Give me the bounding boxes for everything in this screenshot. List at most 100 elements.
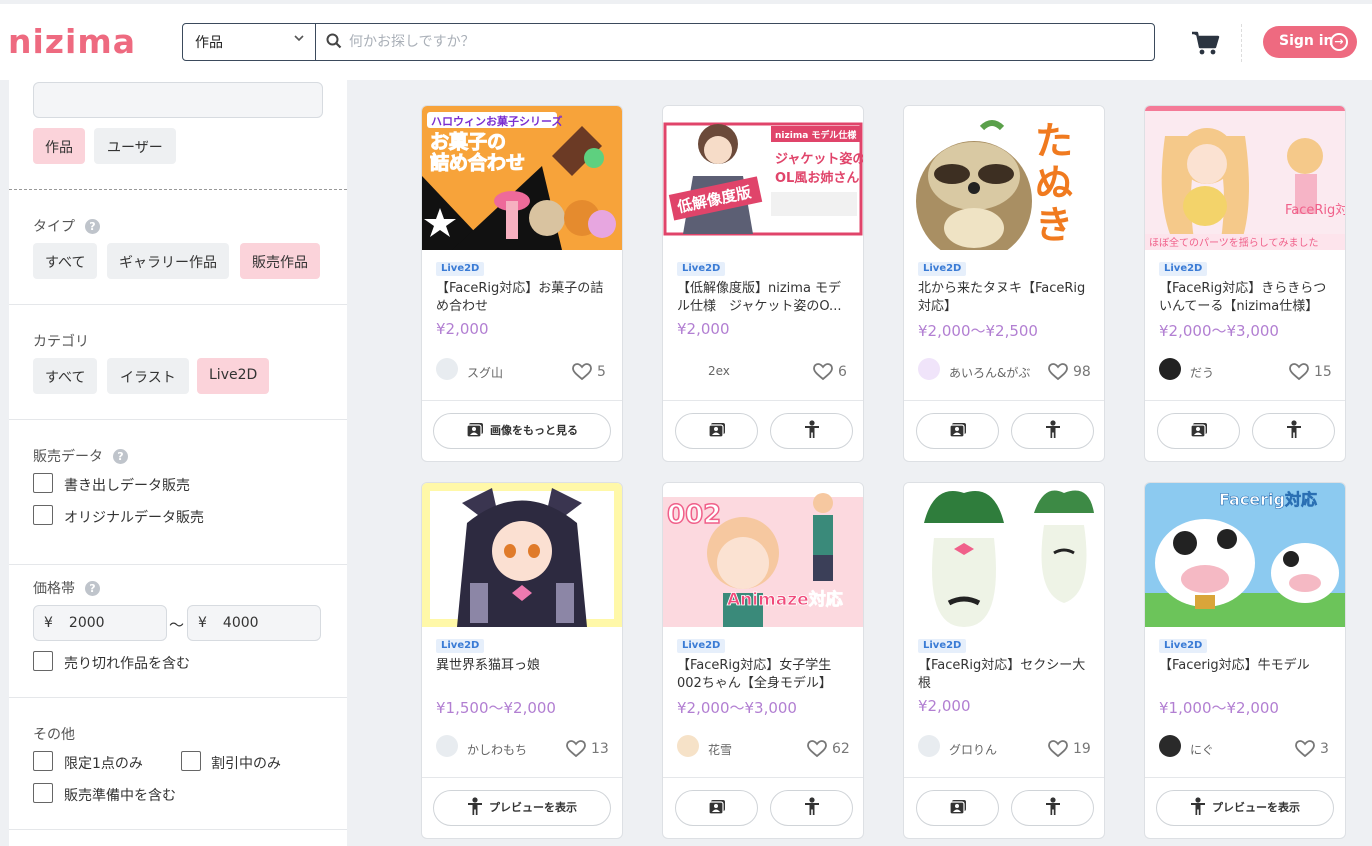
creator-name[interactable]: スグ山 — [467, 364, 503, 381]
heart-icon[interactable] — [1048, 363, 1068, 381]
search-input[interactable] — [349, 24, 1139, 60]
category-live2d[interactable]: Live2D — [197, 358, 270, 394]
type-all[interactable]: すべて — [33, 243, 98, 279]
other-section-title: その他 — [33, 727, 75, 743]
product-title[interactable]: 【Facerig対応】牛モデル — [1159, 657, 1335, 693]
avatar[interactable] — [1159, 735, 1181, 757]
product-thumbnail[interactable]: ハロウィンお菓子シリーズ お菓子の 詰め合わせ — [422, 106, 622, 250]
search-scope-select[interactable]: 作品 — [183, 24, 316, 60]
product-card[interactable]: Live2D 【FaceRig対応】セクシー大根 ¥2,000 グロりん 19 — [903, 482, 1105, 839]
gallery-button[interactable] — [916, 413, 999, 449]
avatar[interactable] — [677, 735, 699, 757]
creator-name[interactable]: グロりん — [949, 741, 997, 758]
product-title[interactable]: 【FaceRig対応】きらきらついんてーる【nizima仕様】 — [1159, 280, 1335, 316]
product-card[interactable]: FaceRig対応ほぼ全てのパーツを揺らしてみました Live2D 【FaceRig… — [1144, 105, 1346, 462]
price-min-input[interactable]: ¥2000 — [33, 605, 167, 641]
help-icon[interactable]: ? — [85, 581, 100, 596]
gallery-button[interactable] — [916, 790, 999, 826]
heart-icon[interactable] — [813, 363, 833, 381]
preview-button[interactable] — [1252, 413, 1335, 449]
type-for-sale[interactable]: 販売作品 — [240, 243, 320, 279]
product-thumbnail[interactable] — [422, 483, 622, 627]
live2d-badge: Live2D — [436, 639, 485, 653]
creator-name[interactable]: かしわもち — [467, 741, 527, 758]
product-card[interactable]: Facerig対応 Live2D 【Facerig対応】牛モデル ¥1,000〜¥2,… — [1144, 482, 1346, 839]
product-card[interactable]: たぬき Live2D 北から来たタヌキ【FaceRig対応】 ¥2,000〜¥2,50… — [903, 105, 1105, 462]
product-title[interactable]: 【FaceRig対応】女子学生002ちゃん【全身モデル】 — [677, 657, 853, 693]
creator-name[interactable]: あいろん&がぶ — [949, 364, 1030, 381]
heart-icon[interactable] — [1048, 740, 1068, 758]
nizima-logo[interactable]: nizima — [8, 22, 136, 61]
heart-icon[interactable] — [1289, 363, 1309, 381]
avatar[interactable] — [677, 358, 699, 380]
include-soldout-checkbox[interactable] — [33, 651, 53, 671]
gallery-button[interactable] — [1157, 413, 1240, 449]
preview-button[interactable]: プレビューを表示 — [1156, 790, 1334, 826]
heart-icon[interactable] — [572, 363, 592, 381]
export-data-checkbox[interactable] — [33, 473, 53, 493]
product-title[interactable]: 【FaceRig対応】お菓子の詰め合わせ — [436, 280, 612, 316]
product-price: ¥2,000〜¥3,000 — [1159, 322, 1279, 340]
person-icon — [467, 797, 489, 815]
svg-text:002: 002 — [667, 500, 721, 530]
gallery-button[interactable] — [675, 413, 758, 449]
creator-name[interactable]: 2ex — [708, 364, 730, 378]
scope-tab-users[interactable]: ユーザー — [94, 128, 176, 164]
help-icon[interactable]: ? — [113, 449, 128, 464]
preview-button[interactable] — [770, 790, 853, 826]
like-count: 3 — [1320, 741, 1329, 757]
product-thumbnail[interactable]: nizima モデル仕様 ジャケット姿の OL風お姉さん 低解像度版 — [663, 106, 863, 250]
product-thumbnail[interactable] — [904, 483, 1104, 627]
creator-name[interactable]: だう — [1190, 364, 1214, 381]
category-all[interactable]: すべて — [33, 358, 98, 394]
more-images-button[interactable]: 画像をもっと見る — [433, 413, 611, 449]
limited-only-checkbox[interactable] — [33, 751, 53, 771]
product-thumbnail[interactable]: たぬき — [904, 106, 1104, 250]
preview-button[interactable] — [1011, 790, 1094, 826]
scope-tab-works[interactable]: 作品 — [33, 128, 85, 164]
product-title[interactable]: 異世界系猫耳っ娘 — [436, 657, 612, 693]
avatar[interactable] — [918, 358, 940, 380]
cart-icon[interactable] — [1190, 30, 1220, 56]
signin-button[interactable]: Sign in → — [1263, 26, 1357, 58]
avatar[interactable] — [918, 735, 940, 757]
live2d-badge: Live2D — [677, 262, 726, 276]
creator-name[interactable]: 花雪 — [708, 741, 732, 758]
price-separator: 〜 — [169, 616, 185, 634]
product-title[interactable]: 【低解像度版】nizima モデル仕様 ジャケット姿のO... — [677, 280, 853, 316]
preview-label: プレビューを表示 — [1212, 801, 1300, 814]
preview-label: プレビューを表示 — [489, 801, 577, 814]
original-data-checkbox[interactable] — [33, 505, 53, 525]
preview-button[interactable]: プレビューを表示 — [433, 790, 611, 826]
svg-text:ハロウィンお菓子シリーズ: ハロウィンお菓子シリーズ — [431, 114, 562, 128]
divider — [9, 697, 347, 698]
avatar[interactable] — [436, 735, 458, 757]
preview-button[interactable] — [770, 413, 853, 449]
avatar[interactable] — [1159, 358, 1181, 380]
category-illust[interactable]: イラスト — [107, 358, 189, 394]
card-divider — [422, 400, 622, 401]
product-thumbnail[interactable]: Facerig対応 — [1145, 483, 1345, 627]
price-max-input[interactable]: ¥4000 — [187, 605, 321, 641]
gallery-button[interactable] — [675, 790, 758, 826]
product-card[interactable]: 002 Animaze対応 Live2D 【FaceRig対応】女子学生002ちゃん【… — [662, 482, 864, 839]
heart-icon[interactable] — [1295, 740, 1315, 758]
discount-only-checkbox[interactable] — [181, 751, 201, 771]
product-card[interactable]: ハロウィンお菓子シリーズ お菓子の 詰め合わせ Live2D 【FaceRig対応】お菓… — [421, 105, 623, 462]
product-title[interactable]: 【FaceRig対応】セクシー大根 — [918, 657, 1094, 693]
product-card[interactable]: Live2D 異世界系猫耳っ娘 ¥1,500〜¥2,000 かしわもち 13 プレビューを… — [421, 482, 623, 839]
avatar[interactable] — [436, 358, 458, 380]
product-thumbnail[interactable]: FaceRig対応ほぼ全てのパーツを揺らしてみました — [1145, 106, 1345, 250]
product-title[interactable]: 北から来たタヌキ【FaceRig対応】 — [918, 280, 1094, 316]
help-icon[interactable]: ? — [85, 219, 100, 234]
product-thumbnail[interactable]: 002 Animaze対応 — [663, 483, 863, 627]
include-preparing-checkbox[interactable] — [33, 783, 53, 803]
sidebar-search-field[interactable] — [33, 82, 323, 118]
heart-icon[interactable] — [566, 740, 586, 758]
person-icon — [1045, 420, 1061, 438]
preview-button[interactable] — [1011, 413, 1094, 449]
creator-name[interactable]: にぐ — [1190, 741, 1214, 758]
product-card[interactable]: nizima モデル仕様 ジャケット姿の OL風お姉さん 低解像度版 Live2D 【低解… — [662, 105, 864, 462]
heart-icon[interactable] — [807, 740, 827, 758]
type-gallery[interactable]: ギャラリー作品 — [107, 243, 229, 279]
